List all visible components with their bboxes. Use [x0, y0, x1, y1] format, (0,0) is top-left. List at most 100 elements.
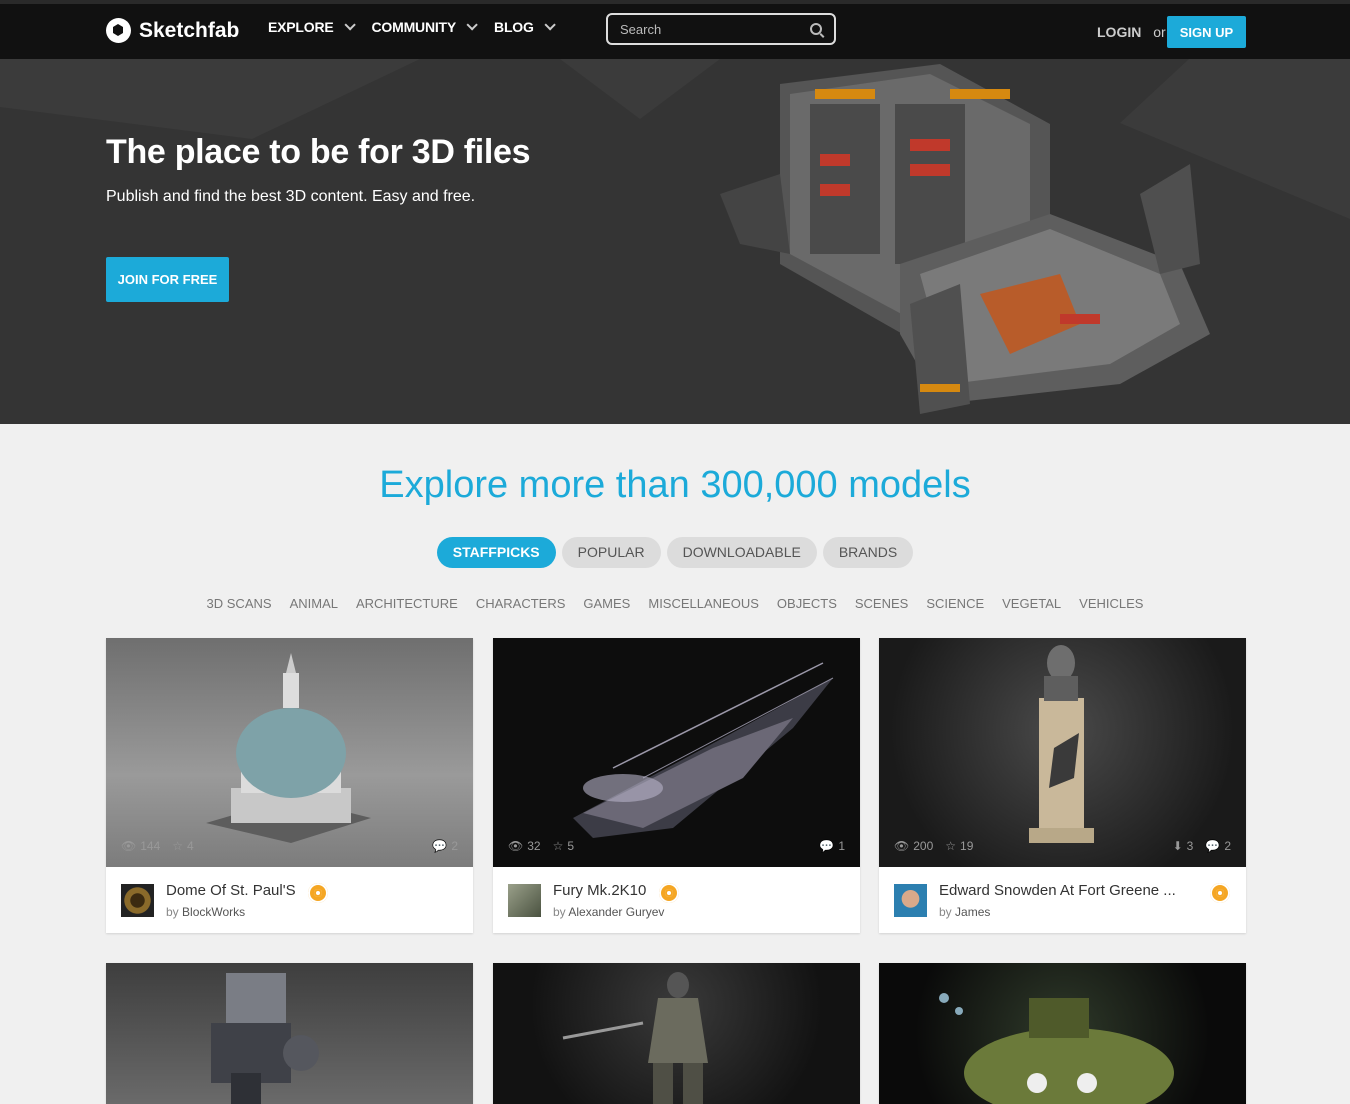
nav-explore-label: EXPLORE [268, 19, 334, 35]
model-card[interactable]: 👁 32 ☆ 5 💬 1 Fury Mk.2K10 by Alexander Gury… [493, 638, 860, 933]
staffpick-badge-icon [1210, 883, 1230, 903]
comment-icon: 💬 [819, 839, 835, 853]
category-animal[interactable]: ANIMAL [290, 596, 338, 611]
nav-explore[interactable]: EXPLORE [268, 19, 356, 35]
explore-heading: Explore more than 300,000 models [379, 464, 971, 506]
download-icon: ⬇ [1172, 839, 1183, 853]
likes-count: 5 [567, 839, 575, 853]
chevron-down-icon [466, 19, 478, 31]
by-label: by [166, 905, 179, 919]
likes-stat: ☆ 5 [553, 839, 574, 853]
model-thumbnail[interactable]: 👁 200 ☆ 19 ⬇ 3 💬 2 [879, 638, 1246, 867]
model-info: Fury Mk.2K10 by Alexander Guryev [493, 867, 860, 933]
spaceship-model-image [720, 64, 1210, 414]
category-science[interactable]: SCIENCE [926, 596, 984, 611]
sketchfab-logo[interactable]: Sketchfab [106, 18, 239, 43]
model-thumbnail[interactable] [106, 963, 473, 1104]
tab-downloadable[interactable]: DOWNLOADABLE [666, 537, 817, 568]
logo-text: Sketchfab [139, 18, 240, 42]
downloads-stat: ⬇ 3 [1173, 839, 1194, 853]
tab-staffpicks[interactable]: STAFFPICKS [436, 537, 556, 568]
join-for-free-button[interactable]: JOIN FOR FREE [106, 257, 229, 302]
views-stat: 👁 144 [121, 839, 160, 853]
comments-stat: 💬 2 [432, 839, 458, 853]
comments-stat: 💬 1 [819, 839, 845, 853]
model-thumbnail[interactable]: 👁 32 ☆ 5 💬 1 [493, 638, 860, 867]
category-miscellaneous[interactable]: MISCELLANEOUS [648, 596, 759, 611]
eye-icon: 👁 [894, 839, 910, 853]
category-characters[interactable]: CHARACTERS [476, 596, 566, 611]
model-info: Edward Snowden At Fort Greene ... by Jam… [879, 867, 1246, 933]
model-card[interactable] [879, 963, 1246, 1104]
downloads-count: 3 [1186, 839, 1194, 853]
category-list: 3D SCANS ANIMAL ARCHITECTURE CHARACTERS … [0, 596, 1350, 611]
search-icon[interactable] [810, 23, 822, 35]
model-card[interactable] [106, 963, 473, 1104]
model-author: by James [939, 905, 990, 919]
search-box [606, 13, 836, 45]
model-author: by BlockWorks [166, 905, 245, 919]
staffpick-badge-icon [659, 883, 679, 903]
tab-brands[interactable]: BRANDS [822, 537, 914, 568]
avatar[interactable] [121, 884, 154, 917]
model-info: Dome Of St. Paul'S by BlockWorks [106, 867, 473, 933]
robot-model-image [211, 973, 319, 1104]
nav-community-label: COMMUNITY [371, 19, 457, 35]
model-title[interactable]: Edward Snowden At Fort Greene ... [939, 882, 1176, 899]
category-architecture[interactable]: ARCHITECTURE [356, 596, 458, 611]
tab-popular[interactable]: POPULAR [561, 537, 661, 568]
author-link[interactable]: Alexander Guryev [568, 905, 664, 919]
model-card[interactable]: 👁 144 ☆ 4 💬 2 Dome Of St. Paul'S by BlockWo… [106, 638, 473, 933]
login-area: LOGIN or [1097, 24, 1166, 40]
model-title[interactable]: Dome Of St. Paul'S [166, 882, 296, 899]
sketchfab-logo-icon [106, 18, 131, 43]
likes-count: 4 [187, 839, 194, 853]
main-nav: EXPLORE COMMUNITY BLOG [268, 19, 556, 35]
avatar[interactable] [894, 884, 927, 917]
star-icon: ☆ [552, 839, 564, 853]
soldier-model-image [562, 972, 708, 1104]
category-scenes[interactable]: SCENES [855, 596, 908, 611]
hero-title: The place to be for 3D files [106, 133, 531, 171]
category-3d-scans[interactable]: 3D SCANS [207, 596, 272, 611]
comments-count: 2 [1224, 839, 1231, 853]
model-thumbnail[interactable] [879, 963, 1246, 1104]
nav-blog-label: BLOG [494, 19, 534, 35]
avatar[interactable] [508, 884, 541, 917]
comment-icon: 💬 [1205, 839, 1221, 853]
dome-model-image [206, 653, 371, 843]
views-count: 32 [527, 839, 541, 853]
model-title[interactable]: Fury Mk.2K10 [553, 882, 646, 899]
by-label: by [939, 905, 952, 919]
spaceship-fury-image [573, 662, 834, 838]
login-link[interactable]: LOGIN [1097, 24, 1141, 40]
model-card[interactable] [493, 963, 860, 1104]
category-vegetal[interactable]: VEGETAL [1002, 596, 1061, 611]
by-label: by [553, 905, 566, 919]
model-author: by Alexander Guryev [553, 905, 664, 919]
comments-stat: 💬 2 [1205, 839, 1231, 853]
model-thumbnail[interactable]: 👁 144 ☆ 4 💬 2 [106, 638, 473, 867]
category-objects[interactable]: OBJECTS [777, 596, 837, 611]
eye-icon: 👁 [508, 839, 524, 853]
hero-subtitle: Publish and find the best 3D content. Ea… [106, 188, 476, 205]
author-link[interactable]: BlockWorks [182, 905, 245, 919]
nav-blog[interactable]: BLOG [494, 19, 556, 35]
chevron-down-icon [343, 19, 356, 31]
model-thumbnail[interactable] [493, 963, 860, 1104]
submarine-model-image [939, 993, 1174, 1104]
star-icon: ☆ [172, 839, 184, 853]
nav-community[interactable]: COMMUNITY [371, 19, 478, 35]
search-input[interactable] [620, 21, 810, 37]
category-games[interactable]: GAMES [583, 596, 630, 611]
author-link[interactable]: James [955, 905, 990, 919]
comments-count: 1 [838, 839, 845, 853]
snowden-statue-image [1029, 645, 1094, 843]
views-count: 200 [913, 839, 934, 853]
signup-button[interactable]: SIGN UP [1167, 16, 1246, 48]
views-stat: 👁 200 [894, 839, 933, 853]
category-vehicles[interactable]: VEHICLES [1079, 596, 1143, 611]
staffpick-badge-icon [308, 883, 328, 903]
model-stats: 👁 32 ☆ 5 💬 1 [508, 839, 845, 853]
model-card[interactable]: 👁 200 ☆ 19 ⬇ 3 💬 2 Edward Snowden At Fort Gr… [879, 638, 1246, 933]
